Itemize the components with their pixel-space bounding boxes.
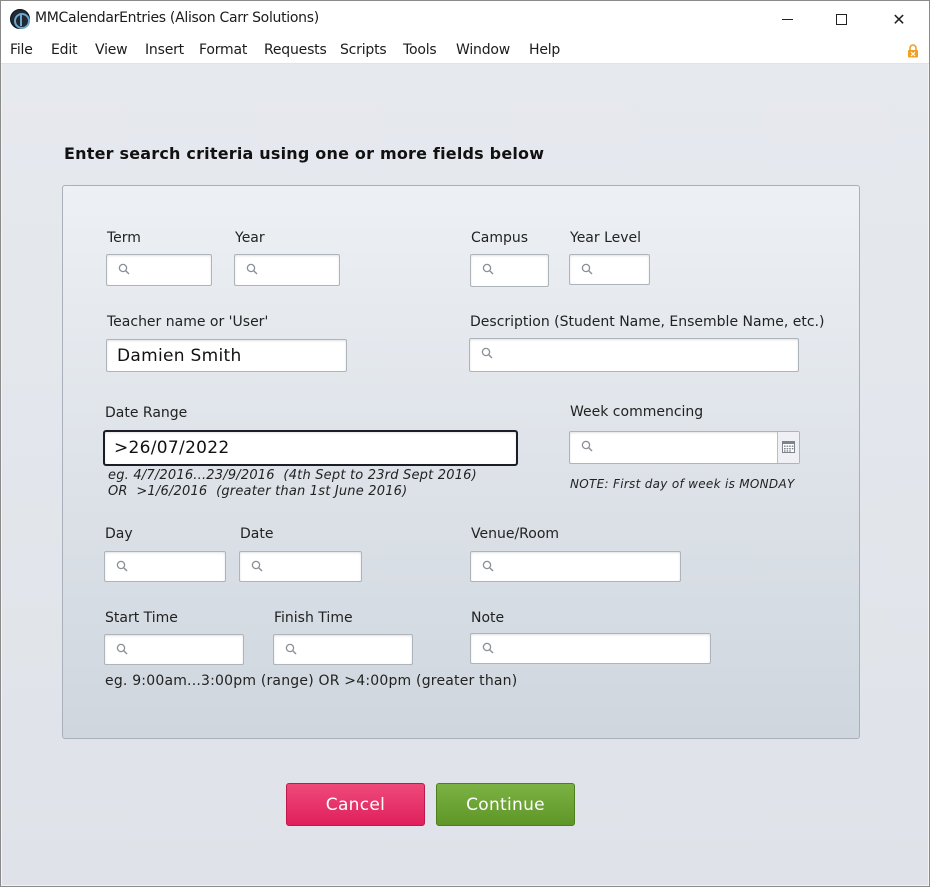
form-heading: Enter search criteria using one or more … [64, 144, 545, 163]
search-icon [246, 263, 258, 275]
date-range-input[interactable] [105, 432, 516, 464]
description-field[interactable] [469, 338, 799, 372]
maximize-button[interactable] [818, 0, 864, 38]
search-icon [251, 560, 263, 572]
week-note: NOTE: First day of week is MONDAY [570, 477, 795, 491]
menu-scripts[interactable]: Scripts [340, 42, 387, 58]
search-icon [481, 347, 493, 359]
finish-time-field[interactable] [273, 634, 413, 665]
search-icon [285, 643, 297, 655]
title-bar: MMCalendarEntries (Alison Carr Solutions… [0, 0, 930, 38]
start-time-field[interactable] [104, 634, 244, 665]
menu-format[interactable]: Format [199, 42, 247, 58]
menu-view[interactable]: View [95, 42, 128, 58]
finish-time-label: Finish Time [274, 610, 353, 626]
note-field[interactable] [470, 633, 711, 664]
menu-insert[interactable]: Insert [145, 42, 184, 58]
menu-tools[interactable]: Tools [403, 42, 437, 58]
year-level-label: Year Level [570, 230, 642, 246]
continue-button[interactable]: Continue [436, 783, 575, 826]
cancel-button[interactable]: Cancel [286, 783, 425, 826]
year-level-field[interactable] [569, 254, 650, 285]
search-icon [482, 560, 494, 572]
date-label: Date [240, 526, 274, 542]
menu-file[interactable]: File [10, 42, 33, 58]
window-title: MMCalendarEntries (Alison Carr Solutions… [35, 10, 319, 26]
venue-field[interactable] [470, 551, 681, 582]
venue-label: Venue/Room [471, 526, 560, 542]
menu-edit[interactable]: Edit [51, 42, 78, 58]
calendar-button[interactable] [777, 432, 799, 463]
date-range-hint-1: eg. 4/7/2016...23/9/2016 (4th Sept to 23… [108, 468, 477, 483]
app-icon [10, 9, 30, 29]
week-commencing-field[interactable] [569, 431, 800, 464]
menu-window[interactable]: Window [456, 42, 510, 58]
time-hint: eg. 9:00am...3:00pm (range) OR >4:00pm (… [105, 673, 518, 689]
search-icon [482, 263, 494, 275]
teacher-label: Teacher name or 'User' [107, 314, 269, 330]
date-range-hint-2: OR >1/6/2016 (greater than 1st June 2016… [108, 484, 408, 499]
description-label: Description (Student Name, Ensemble Name… [470, 314, 825, 330]
close-button[interactable]: ✕ [876, 0, 922, 38]
search-icon [116, 560, 128, 572]
teacher-field[interactable] [106, 339, 347, 372]
menu-requests[interactable]: Requests [264, 42, 327, 58]
search-icon [581, 440, 593, 452]
date-range-field[interactable] [103, 430, 518, 466]
search-icon [118, 263, 130, 275]
search-icon [482, 642, 494, 654]
campus-field[interactable] [470, 254, 549, 287]
teacher-input[interactable] [107, 340, 346, 371]
date-range-label: Date Range [105, 405, 188, 421]
minimize-icon [781, 18, 793, 20]
menu-help[interactable]: Help [529, 42, 560, 58]
term-field[interactable] [106, 254, 212, 286]
calendar-icon [782, 441, 795, 453]
term-label: Term [107, 230, 141, 246]
minimize-button[interactable] [764, 0, 810, 38]
year-field[interactable] [234, 254, 340, 286]
lock-icon[interactable] [907, 44, 919, 58]
menu-bar: File Edit View Insert Format Requests Sc… [0, 38, 930, 64]
maximize-icon [835, 13, 847, 25]
date-field[interactable] [239, 551, 362, 582]
day-field[interactable] [104, 551, 226, 582]
year-label: Year [235, 230, 265, 246]
search-icon [581, 263, 593, 275]
week-commencing-label: Week commencing [570, 404, 704, 420]
note-label: Note [471, 610, 505, 626]
close-icon: ✕ [892, 9, 906, 29]
search-icon [116, 643, 128, 655]
campus-label: Campus [471, 230, 529, 246]
day-label: Day [105, 526, 133, 542]
start-time-label: Start Time [105, 610, 178, 626]
